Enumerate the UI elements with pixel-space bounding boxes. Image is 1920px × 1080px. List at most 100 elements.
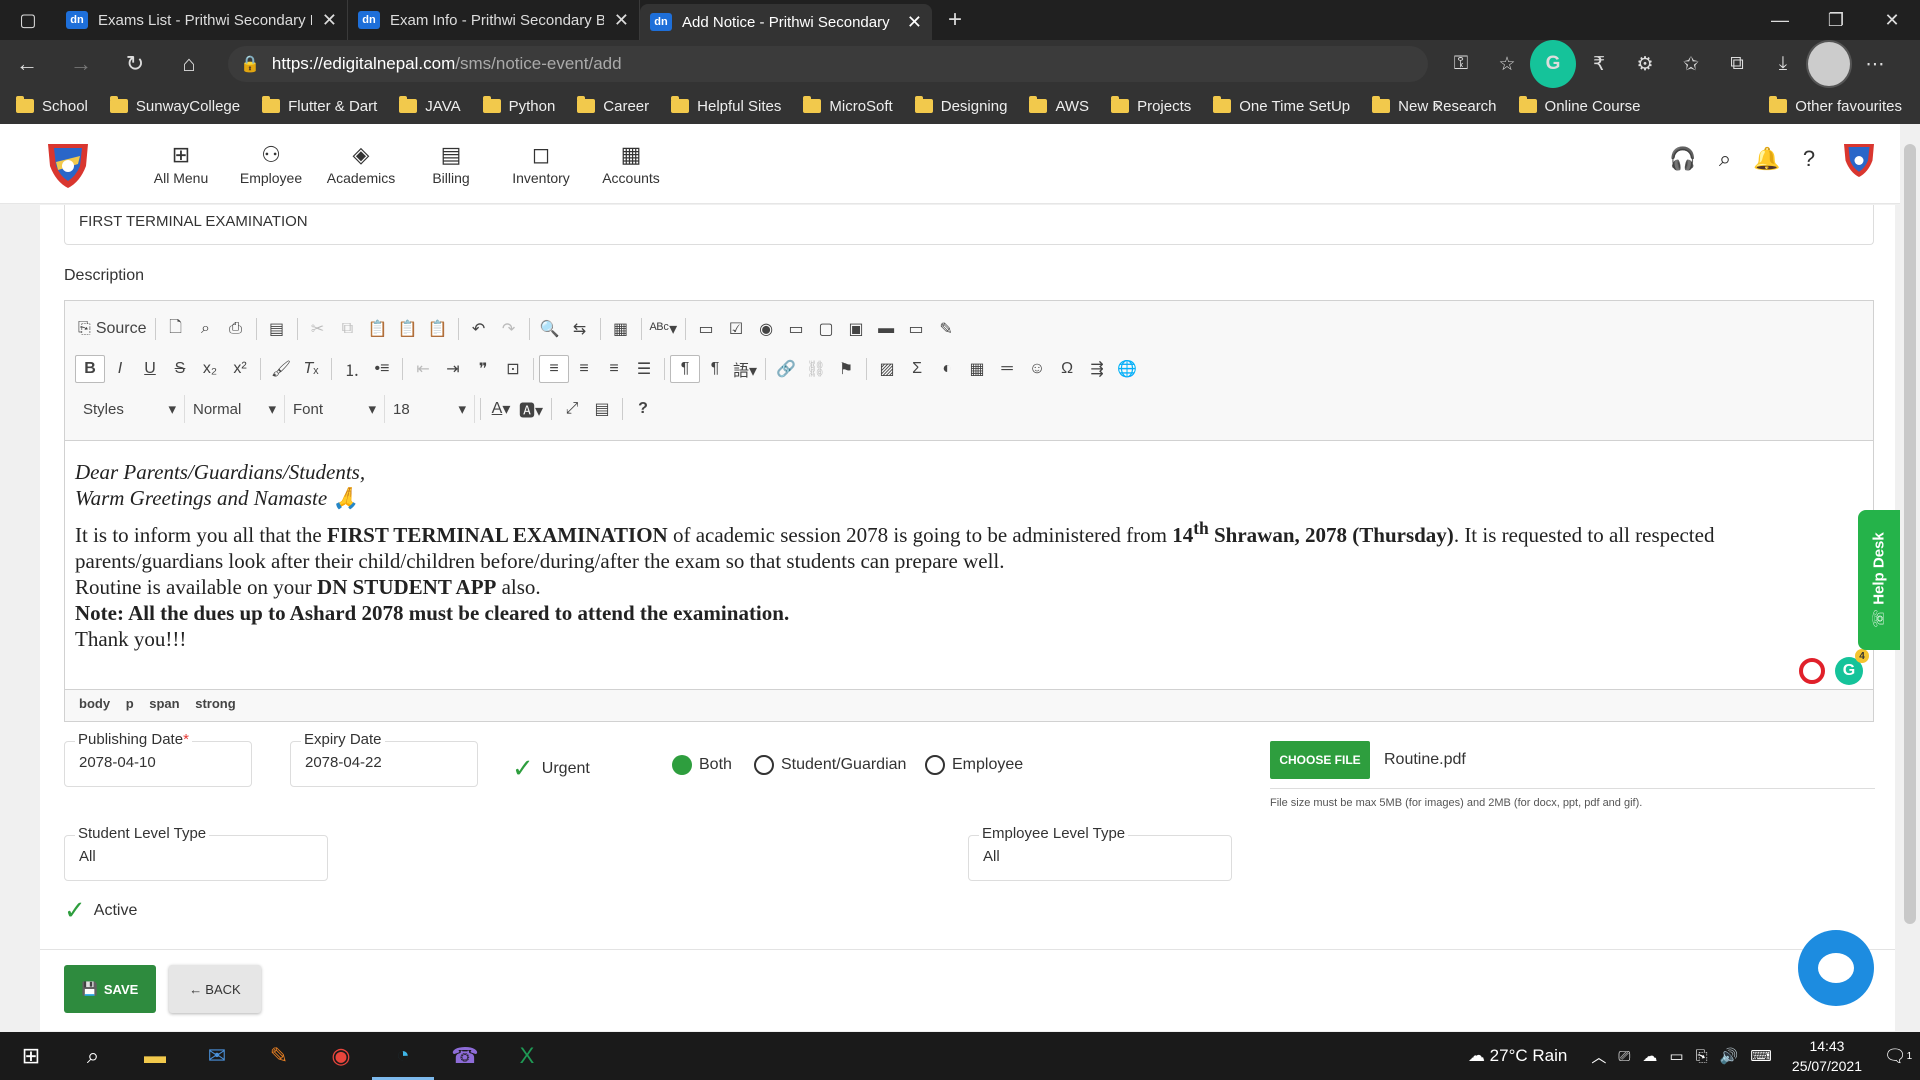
extensions-icon[interactable]: ⚙	[1622, 40, 1668, 88]
bookmark-one-time-setup[interactable]: One Time SetUp	[1213, 96, 1350, 115]
checkbox-icon[interactable]: ☑	[721, 315, 751, 343]
active-checkbox[interactable]: ✓ Active	[64, 895, 137, 926]
bold-icon[interactable]: B	[75, 355, 105, 383]
downloads-icon[interactable]: ⤓	[1760, 40, 1806, 88]
bulleted-list-icon[interactable]: •≡	[367, 355, 397, 383]
menu-billing[interactable]: ▤ Billing	[406, 142, 496, 186]
network-icon[interactable]: ⎘	[1696, 1048, 1708, 1065]
bookmark-helpful-sites[interactable]: Helpful Sites	[671, 96, 781, 115]
iframe-icon[interactable]: 🌐	[1112, 355, 1142, 383]
menu-inventory[interactable]: ◻ Inventory	[496, 142, 586, 186]
save-button[interactable]: 💾 SAVE	[64, 965, 156, 1013]
battery-icon[interactable]: ▭	[1669, 1047, 1683, 1065]
superscript-icon[interactable]: x²	[225, 355, 255, 383]
align-left-icon[interactable]: ≡	[539, 355, 569, 383]
file-explorer-icon[interactable]: ▬	[124, 1032, 186, 1080]
path-item[interactable]: p	[126, 696, 134, 711]
close-window-icon[interactable]: ✕	[1864, 0, 1920, 40]
underline-icon[interactable]: U	[135, 355, 165, 383]
bookmark-other-favourites[interactable]: Other favourites	[1769, 96, 1902, 115]
profile-avatar[interactable]	[1806, 40, 1852, 88]
format-dropdown[interactable]: Normal ▾	[185, 395, 285, 423]
windows-start-icon[interactable]: ⊞	[0, 1032, 62, 1080]
bookmark-projects[interactable]: Projects	[1111, 96, 1191, 115]
special-char-icon[interactable]: Ω	[1052, 355, 1082, 383]
anchor-icon[interactable]: ⚑	[831, 355, 861, 383]
scrollbar-thumb[interactable]	[1904, 144, 1916, 924]
clock[interactable]: 14:43 25/07/2021	[1792, 1036, 1862, 1076]
replace-icon[interactable]: ⇆	[565, 315, 595, 343]
language-icon[interactable]: 語▾	[730, 355, 760, 383]
menu-employee[interactable]: ⚇ Employee	[226, 142, 316, 186]
new-tab-icon[interactable]: +	[948, 6, 962, 34]
lock-icon[interactable]: 🔒	[240, 54, 260, 74]
tab-close-icon[interactable]: ✕	[322, 10, 337, 31]
chevron-up-icon[interactable]: ︿	[1591, 1046, 1606, 1067]
tab-actions-icon[interactable]: ▢	[0, 0, 56, 40]
link-icon[interactable]: 🔗	[771, 355, 801, 383]
justify-icon[interactable]: ☰	[629, 355, 659, 383]
image-icon[interactable]: ▨	[872, 355, 902, 383]
show-blocks-icon[interactable]: ▤	[587, 395, 617, 423]
font-size-dropdown[interactable]: 18 ▾	[385, 395, 475, 423]
chat-widget-button[interactable]	[1798, 930, 1874, 1006]
copy-format-icon[interactable]: 🖌	[266, 355, 296, 383]
path-item[interactable]: body	[79, 696, 110, 711]
bell-icon[interactable]: 🔔	[1746, 146, 1788, 172]
image-button-icon[interactable]: ▭	[901, 315, 931, 343]
about-help-icon[interactable]: ?	[628, 395, 658, 423]
choose-file-button[interactable]: CHOOSE FILE	[1270, 741, 1370, 779]
url-field[interactable]: 🔒 https://edigitalnepal.com /sms/notice-…	[228, 46, 1428, 82]
student-level-type-select[interactable]: Student Level Type All	[64, 825, 328, 881]
source-button[interactable]: ⎘ Source	[75, 315, 150, 343]
bookmark-flutter-dart[interactable]: Flutter & Dart	[262, 96, 377, 115]
smiley-icon[interactable]: ☺	[1022, 355, 1052, 383]
rupee-extension-icon[interactable]: ₹	[1576, 40, 1622, 88]
select-all-icon[interactable]: ▦	[606, 315, 636, 343]
target-icon[interactable]	[1799, 658, 1825, 684]
bookmark-school[interactable]: School	[16, 96, 88, 115]
viber-icon[interactable]: ☎	[434, 1032, 496, 1080]
copy-icon[interactable]: ⧉	[333, 315, 363, 343]
edge-icon[interactable]: ◔	[372, 1032, 434, 1080]
back-arrow-icon[interactable]: ←	[0, 40, 54, 88]
strikethrough-icon[interactable]: S	[165, 355, 195, 383]
school-avatar[interactable]	[1838, 138, 1880, 180]
indent-icon[interactable]: ⇥	[438, 355, 468, 383]
align-right-icon[interactable]: ≡	[599, 355, 629, 383]
radio-icon[interactable]: ◉	[751, 315, 781, 343]
search-icon[interactable]: ⌕	[62, 1032, 124, 1080]
maximize-icon[interactable]: ❐	[1808, 0, 1864, 40]
minimize-icon[interactable]: —	[1752, 0, 1808, 40]
radio-both[interactable]: Both	[672, 755, 732, 775]
grammarly-icon[interactable]: G4	[1835, 649, 1869, 685]
excel-icon[interactable]: X	[496, 1032, 558, 1080]
page-scrollbar[interactable]	[1900, 124, 1920, 1032]
bookmark-python[interactable]: Python	[482, 96, 555, 115]
notice-title-field[interactable]: FIRST TERMINAL EXAMINATION	[64, 205, 1874, 245]
redo-icon[interactable]: ↷	[494, 315, 524, 343]
favourites-icon[interactable]: ✩	[1668, 40, 1714, 88]
mail-icon[interactable]: ✉	[186, 1032, 248, 1080]
remove-format-icon[interactable]: Tₓ	[296, 355, 326, 383]
ltr-icon[interactable]: ¶	[670, 355, 700, 383]
weather-widget[interactable]: ☁ 27°C Rain	[1468, 1046, 1567, 1066]
subscript-icon[interactable]: x₂	[195, 355, 225, 383]
path-item[interactable]: strong	[195, 696, 235, 711]
employee-level-type-select[interactable]: Employee Level Type All	[968, 825, 1232, 881]
search-icon[interactable]: ⌕	[1704, 146, 1746, 172]
onedrive-icon[interactable]: ☁	[1642, 1047, 1657, 1065]
div-container-icon[interactable]: ⊡	[498, 355, 528, 383]
flash-icon[interactable]: ◐	[932, 355, 962, 383]
school-logo[interactable]	[40, 136, 96, 192]
undo-icon[interactable]: ↶	[464, 315, 494, 343]
radio-student-guardian[interactable]: Student/Guardian	[754, 755, 906, 775]
find-icon[interactable]: 🔍	[535, 315, 565, 343]
bookmark-online-course[interactable]: Online Course	[1518, 96, 1640, 115]
keyboard-icon[interactable]: ⌨	[1750, 1047, 1772, 1065]
spellcheck-icon[interactable]: ᴬᴮᶜ▾	[647, 315, 681, 343]
bookmark-java[interactable]: JAVA	[399, 96, 461, 115]
volume-icon[interactable]: 🔊	[1720, 1047, 1739, 1065]
paste-icon[interactable]: 📋	[363, 315, 393, 343]
expiry-date-field[interactable]: Expiry Date 2078-04-22	[290, 731, 478, 787]
